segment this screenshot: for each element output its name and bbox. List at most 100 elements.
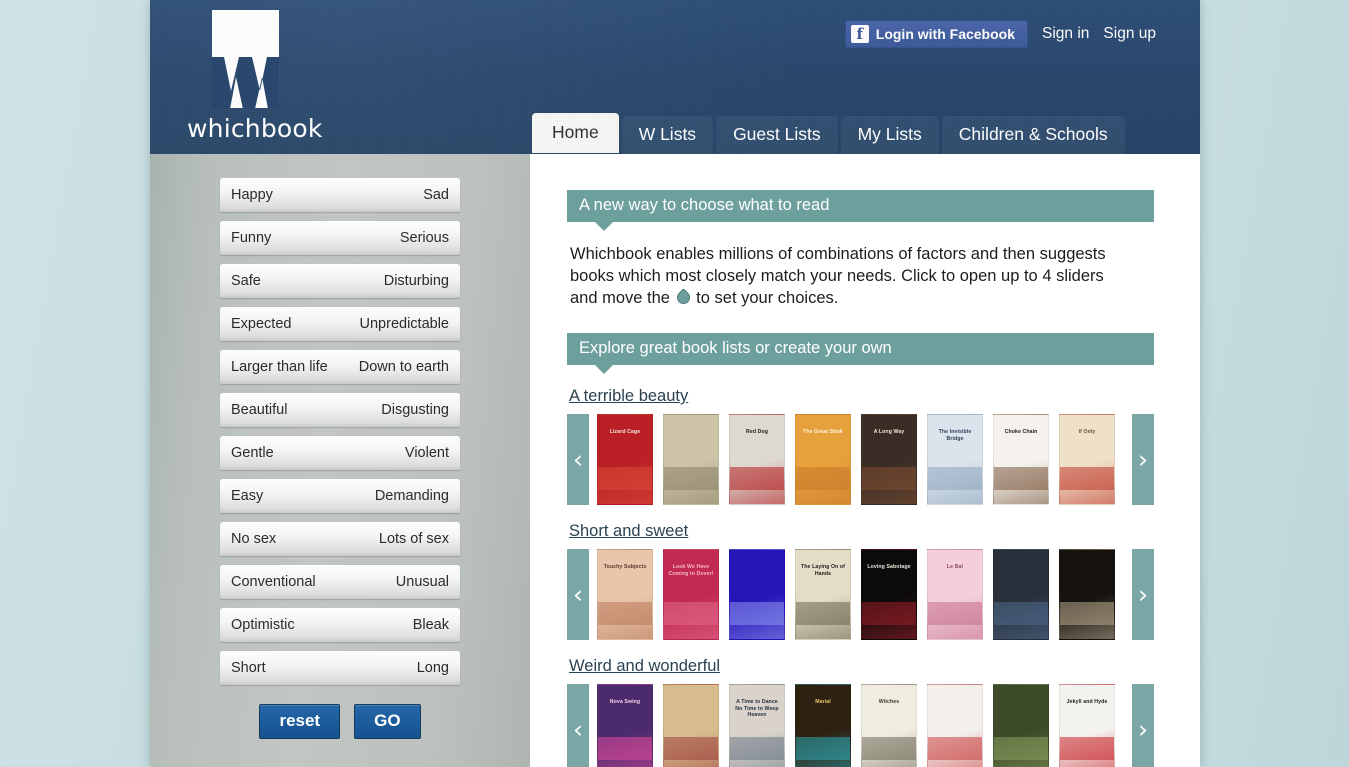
nav-tab-guest-lists[interactable]: Guest Lists	[716, 116, 838, 154]
mood-slider-left-label: Gentle	[231, 445, 274, 461]
nav-tab-home[interactable]: Home	[532, 113, 619, 153]
mood-slider-row[interactable]: Easy Demanding	[220, 479, 460, 513]
book-cover-title: Nova Swing	[609, 699, 641, 706]
book-cover[interactable]: Loving Sabotage	[861, 549, 917, 640]
book-carousel: ‹ Lizard Cage Red Dog The Great Stink A Long…	[567, 414, 1154, 505]
book-cover[interactable]: The Great Stink	[795, 414, 851, 505]
carousel-prev-arrow-icon[interactable]: ‹	[567, 684, 589, 767]
book-list-section: A terrible beauty ‹ Lizard Cage Red Dog The …	[567, 370, 1154, 767]
book-cover[interactable]	[663, 684, 719, 767]
book-list-title-link[interactable]: Weird and wonderful	[569, 657, 720, 676]
book-cover[interactable]: If Only	[1059, 414, 1115, 505]
whichbook-w-logo-icon	[212, 10, 279, 108]
mood-slider-left-label: Easy	[231, 488, 264, 504]
nav-tab-w-lists[interactable]: W Lists	[621, 116, 714, 154]
facebook-icon: f	[850, 25, 869, 43]
sign-in-link[interactable]: Sign in	[1042, 25, 1089, 43]
book-cover-title: Look We Have Coming to Dover!	[668, 564, 714, 577]
carousel-next-arrow-icon[interactable]: ›	[1132, 549, 1154, 640]
mood-slider-right-label: Unpredictable	[359, 316, 449, 332]
reset-button[interactable]: reset	[259, 704, 341, 739]
book-carousel: ‹ Touchy Subjects Look We Have Coming to D…	[567, 549, 1154, 640]
slider-action-buttons: reset GO	[150, 704, 530, 739]
banner-new-way-to-choose: A new way to choose what to read	[567, 190, 1154, 231]
mood-slider-left-label: Larger than life	[231, 359, 328, 375]
mood-slider-right-label: Violent	[404, 445, 449, 461]
mood-slider-row[interactable]: Happy Sad	[220, 178, 460, 212]
carousel-prev-arrow-icon[interactable]: ‹	[567, 549, 589, 640]
book-cover[interactable]	[993, 684, 1049, 767]
book-cover-title: The Great Stink	[803, 429, 843, 436]
site-header: whichbook f Login with Facebook Sign in …	[150, 0, 1200, 154]
book-cover-title: Witches	[878, 699, 900, 706]
book-list-title-link[interactable]: Short and sweet	[569, 522, 688, 541]
login-with-facebook-button[interactable]: f Login with Facebook	[844, 20, 1029, 48]
main-content: A new way to choose what to read Whichbo…	[530, 154, 1200, 767]
book-cover-title: Lizard Cage	[609, 429, 641, 436]
book-cover-title: Touchy Subjects	[603, 564, 647, 571]
mood-slider-row[interactable]: Expected Unpredictable	[220, 307, 460, 341]
mood-slider-left-label: Conventional	[231, 574, 316, 590]
book-cover-title: Marial	[815, 699, 831, 706]
mood-slider-left-label: Safe	[231, 273, 261, 289]
mood-slider-row[interactable]: Funny Serious	[220, 221, 460, 255]
site-logo[interactable]: whichbook	[187, 10, 322, 143]
slider-droplet-icon	[673, 288, 693, 307]
nav-tab-my-lists[interactable]: My Lists	[840, 116, 939, 154]
mood-slider-left-label: Optimistic	[231, 617, 295, 633]
mood-slider-row[interactable]: Gentle Violent	[220, 436, 460, 470]
book-cover-strip: Lizard Cage Red Dog The Great Stink A Long …	[589, 414, 1132, 505]
mood-slider-right-label: Lots of sex	[378, 531, 449, 547]
book-cover[interactable]: Red Dog	[729, 414, 785, 505]
book-list-title-link[interactable]: A terrible beauty	[569, 387, 688, 406]
book-cover[interactable]: The Laying On of Hands	[795, 549, 851, 640]
book-cover[interactable]	[927, 684, 983, 767]
book-cover-title: Le Bal	[946, 564, 964, 571]
mood-slider-row[interactable]: Larger than life Down to earth	[220, 350, 460, 384]
book-cover[interactable]: Look We Have Coming to Dover!	[663, 549, 719, 640]
book-cover[interactable]: Jekyll and Hyde	[1059, 684, 1115, 767]
mood-slider-left-label: Funny	[231, 230, 272, 246]
book-cover[interactable]: The Invisible Bridge	[927, 414, 983, 505]
book-cover[interactable]: Witches	[861, 684, 917, 767]
book-cover[interactable]: Touchy Subjects	[597, 549, 653, 640]
mood-slider-sidebar: Happy Sad Funny Serious Safe Disturbing Expect…	[150, 154, 530, 767]
book-cover-title: A Long Way	[873, 429, 905, 436]
book-cover-title: A Time to Dance No Time to Weep Heaven	[735, 699, 779, 719]
mood-slider-row[interactable]: No sex Lots of sex	[220, 522, 460, 556]
mood-slider-row[interactable]: Short Long	[220, 651, 460, 685]
banner-explore-book-lists: Explore great book lists or create your …	[567, 333, 1154, 374]
book-cover[interactable]	[1059, 549, 1115, 640]
mood-slider-row[interactable]: Conventional Unusual	[220, 565, 460, 599]
intro-paragraph: Whichbook enables millions of combinatio…	[570, 243, 1130, 309]
mood-slider-row[interactable]: Optimistic Bleak	[220, 608, 460, 642]
nav-tab-children-schools[interactable]: Children & Schools	[941, 116, 1125, 154]
carousel-prev-arrow-icon[interactable]: ‹	[567, 414, 589, 505]
mood-slider-left-label: Happy	[231, 187, 273, 203]
sign-up-link[interactable]: Sign up	[1103, 25, 1156, 43]
carousel-next-arrow-icon[interactable]: ›	[1132, 414, 1154, 505]
mood-slider-left-label: No sex	[231, 531, 277, 547]
book-cover[interactable]: A Long Way	[861, 414, 917, 505]
mood-slider-row[interactable]: Beautiful Disgusting	[220, 393, 460, 427]
book-cover-title: Red Dog	[745, 429, 769, 436]
book-cover[interactable]: A Time to Dance No Time to Weep Heaven	[729, 684, 785, 767]
go-button[interactable]: GO	[354, 704, 421, 739]
book-cover[interactable]	[993, 549, 1049, 640]
mood-slider-right-label: Unusual	[395, 574, 449, 590]
account-actions: f Login with Facebook Sign in Sign up	[844, 20, 1156, 48]
book-cover[interactable]	[663, 414, 719, 505]
book-cover[interactable]: Le Bal	[927, 549, 983, 640]
book-cover[interactable]: Lizard Cage	[597, 414, 653, 505]
book-cover-title: If Only	[1078, 429, 1096, 436]
book-cover[interactable]: Nova Swing	[597, 684, 653, 767]
book-cover[interactable]	[729, 549, 785, 640]
book-cover[interactable]: Marial	[795, 684, 851, 767]
mood-slider-row[interactable]: Safe Disturbing	[220, 264, 460, 298]
logo-wordmark: whichbook	[187, 114, 323, 143]
mood-slider-right-label: Serious	[399, 230, 449, 246]
book-cover-title: Loving Sabotage	[867, 564, 911, 571]
book-cover[interactable]: Choke Chain	[993, 414, 1049, 505]
book-cover-strip: Nova Swing A Time to Dance No Time to Wee…	[589, 684, 1132, 767]
carousel-next-arrow-icon[interactable]: ›	[1132, 684, 1154, 767]
